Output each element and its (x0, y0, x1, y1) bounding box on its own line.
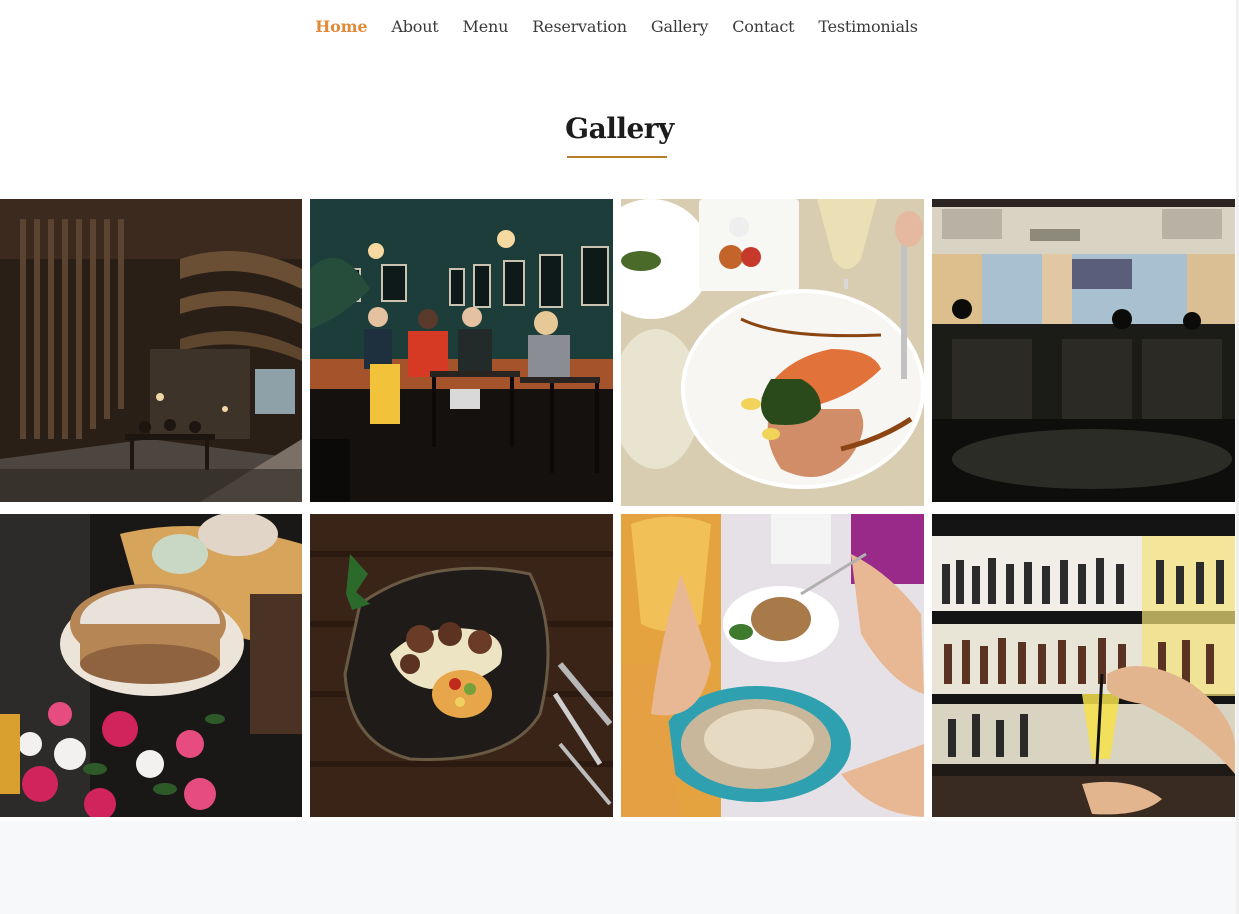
gallery-image-dining-room[interactable] (932, 199, 1235, 502)
gallery-image-cake-flowers[interactable] (0, 514, 302, 817)
nav-item-home[interactable]: Home (303, 17, 379, 36)
nav-item-reservation[interactable]: Reservation (520, 17, 639, 36)
gallery-image-plated-dish[interactable] (310, 514, 613, 817)
nav-item-about[interactable]: About (379, 17, 450, 36)
nav-item-menu[interactable]: Menu (451, 17, 521, 36)
gallery-image-bar-cocktail[interactable] (932, 514, 1235, 817)
nav-item-contact[interactable]: Contact (720, 17, 806, 36)
main-nav: Home About Menu Reservation Gallery Cont… (0, 0, 1239, 52)
nav-item-gallery[interactable]: Gallery (639, 17, 720, 36)
section-title: Gallery (565, 112, 674, 145)
gallery-grid (0, 199, 1239, 821)
gallery-image-restaurant-interior[interactable] (0, 199, 302, 502)
gallery-image-wine-table[interactable] (621, 514, 924, 817)
gallery-image-salmon-plate[interactable] (621, 199, 924, 506)
title-underline (567, 156, 667, 158)
nav-item-testimonials[interactable]: Testimonials (806, 17, 929, 36)
nav-list: Home About Menu Reservation Gallery Cont… (303, 17, 929, 36)
gallery-image-cafe-diners[interactable] (310, 199, 613, 502)
footer-band (0, 821, 1239, 914)
